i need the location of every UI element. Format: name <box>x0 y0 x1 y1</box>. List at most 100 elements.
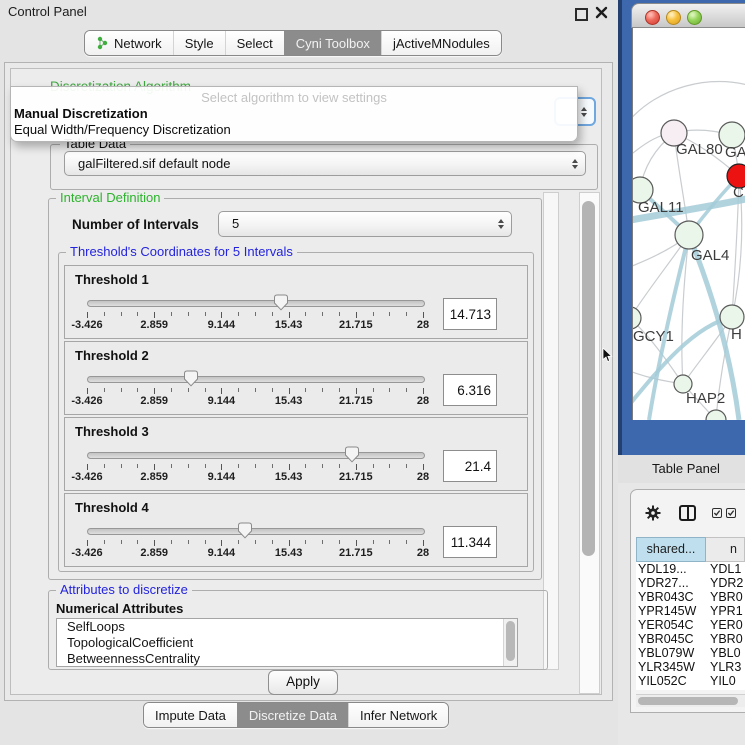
table-horizontal-scrollbar[interactable] <box>636 694 745 707</box>
table-cell[interactable]: YBR0 <box>706 590 745 604</box>
table-cell[interactable]: YBR0 <box>706 632 745 646</box>
table-cell[interactable]: YBL079W <box>636 646 706 660</box>
tab-infer-network-label: Infer Network <box>360 708 437 723</box>
split-columns-icon[interactable] <box>679 505 696 521</box>
table-data-combobox[interactable]: galFiltered.sif default node <box>64 151 586 176</box>
threshold-1-value-field[interactable]: 14.713 <box>443 298 497 330</box>
threshold-3-slider[interactable] <box>87 447 423 463</box>
threshold-4-value-field[interactable]: 11.344 <box>443 526 497 558</box>
tick-mark <box>121 540 122 544</box>
attributes-group-title: Attributes to discretize <box>56 583 192 597</box>
list-item[interactable]: SelfLoops <box>57 619 517 635</box>
tick-mark <box>188 464 189 468</box>
slider-ruler: -3.4262.8599.14415.4321.71528 <box>87 540 423 560</box>
tick-label: 15.43 <box>275 395 303 407</box>
scrollbar-thumb[interactable] <box>506 621 515 661</box>
tab-cyni-toolbox[interactable]: Cyni Toolbox <box>284 31 381 55</box>
node-label: GAL80 <box>676 141 723 158</box>
tick-mark <box>171 540 172 544</box>
threshold-4-slider[interactable] <box>87 523 423 539</box>
table-row[interactable]: YDL19...YDL1 <box>636 562 745 576</box>
table-cell[interactable]: YDL19... <box>636 562 706 576</box>
table-cell[interactable]: YDL1 <box>706 562 745 576</box>
minimize-traffic-light[interactable] <box>666 10 681 25</box>
table-row[interactable]: YLR345WYLR3 <box>636 660 745 674</box>
table-cell[interactable]: YIL0 <box>706 674 745 688</box>
table-cell[interactable]: YBL0 <box>706 646 745 660</box>
zoom-traffic-light[interactable] <box>687 10 702 25</box>
gear-icon[interactable] <box>645 505 661 521</box>
slider-handle[interactable] <box>344 446 360 463</box>
scrollbar-thumb[interactable] <box>638 697 738 705</box>
table-cell[interactable]: YER0 <box>706 618 745 632</box>
table-cell[interactable]: YLR3 <box>706 660 745 674</box>
tick-mark <box>322 540 323 544</box>
table-row[interactable]: YBL079WYBL0 <box>636 646 745 660</box>
close-icon[interactable] <box>595 6 608 19</box>
tick-mark <box>322 388 323 392</box>
table-cell[interactable]: YDR27... <box>636 576 706 590</box>
number-of-intervals-combobox[interactable]: 5 <box>218 211 512 237</box>
table-row[interactable]: YPR145WYPR1 <box>636 604 745 618</box>
network-window-titlebar[interactable] <box>631 3 745 28</box>
column-header-name[interactable]: n <box>706 537 745 562</box>
table-cell[interactable]: YDR2 <box>706 576 745 590</box>
list-item[interactable]: BetweennessCentrality <box>57 651 517 667</box>
checkbox-icon[interactable] <box>712 508 722 518</box>
slider-handle[interactable] <box>183 370 199 387</box>
dropdown-option-equal-width-frequency[interactable]: Equal Width/Frequency Discretization <box>11 122 577 138</box>
table-cell[interactable]: YPR145W <box>636 604 706 618</box>
threshold-2-slider[interactable] <box>87 371 423 387</box>
table-row[interactable]: YDR27...YDR2 <box>636 576 745 590</box>
network-node[interactable] <box>675 221 703 249</box>
tick-label: 2.859 <box>140 471 168 483</box>
table-row[interactable]: YBR043CYBR0 <box>636 590 745 604</box>
slider-track[interactable] <box>87 300 425 307</box>
checkbox-icon[interactable] <box>726 508 736 518</box>
list-scrollbar[interactable] <box>503 619 517 666</box>
table-cell[interactable]: YER054C <box>636 618 706 632</box>
numerical-attributes-list[interactable]: SelfLoopsTopologicalCoefficientBetweenne… <box>56 618 518 667</box>
table-row[interactable]: YIL052CYIL0 <box>636 674 745 688</box>
tab-infer-network[interactable]: Infer Network <box>348 703 448 727</box>
network-node[interactable] <box>633 307 641 329</box>
slider-track[interactable] <box>87 528 425 535</box>
tab-network[interactable]: Network <box>85 31 173 55</box>
list-item[interactable]: TopologicalCoefficient <box>57 635 517 651</box>
table-row[interactable]: YER054CYER0 <box>636 618 745 632</box>
network-canvas[interactable]: GAL80GACGAL11GAL4GCY1HHAP2 <box>632 28 745 420</box>
dropdown-option-manual-discretization[interactable]: Manual Discretization <box>11 106 577 122</box>
tick-mark <box>137 464 138 468</box>
panel-scrollbar[interactable] <box>579 192 600 694</box>
network-edge[interactable] <box>633 82 745 123</box>
tab-discretize-data[interactable]: Discretize Data <box>237 703 348 727</box>
tab-jactivemnodules[interactable]: jActiveMNodules <box>381 31 501 55</box>
slider-handle[interactable] <box>237 522 253 539</box>
scrollbar-thumb[interactable] <box>582 201 595 556</box>
network-node[interactable] <box>706 410 726 420</box>
threshold-2-value-field[interactable]: 6.316 <box>443 374 497 406</box>
table-cell[interactable]: YLR345W <box>636 660 706 674</box>
apply-button[interactable]: Apply <box>268 670 338 695</box>
column-header-shared-name[interactable]: shared... <box>636 537 706 562</box>
threshold-3-value-field[interactable]: 21.4 <box>443 450 497 482</box>
tab-select[interactable]: Select <box>225 31 284 55</box>
table-cell[interactable]: YBR043C <box>636 590 706 604</box>
close-traffic-light[interactable] <box>645 10 660 25</box>
threshold-1-slider[interactable] <box>87 295 423 311</box>
table-cell[interactable]: YPR1 <box>706 604 745 618</box>
node-label: C <box>733 184 744 201</box>
tick-mark <box>305 464 306 468</box>
table-cell[interactable]: YBR045C <box>636 632 706 646</box>
tick-mark <box>356 312 357 318</box>
tab-impute-data[interactable]: Impute Data <box>144 703 237 727</box>
float-window-icon[interactable] <box>575 8 588 21</box>
tick-mark <box>389 312 390 316</box>
slider-track[interactable] <box>87 376 425 383</box>
tab-style[interactable]: Style <box>173 31 225 55</box>
slider-track[interactable] <box>87 452 425 459</box>
slider-handle[interactable] <box>273 294 289 311</box>
tick-mark <box>272 540 273 544</box>
table-cell[interactable]: YIL052C <box>636 674 706 688</box>
table-row[interactable]: YBR045CYBR0 <box>636 632 745 646</box>
